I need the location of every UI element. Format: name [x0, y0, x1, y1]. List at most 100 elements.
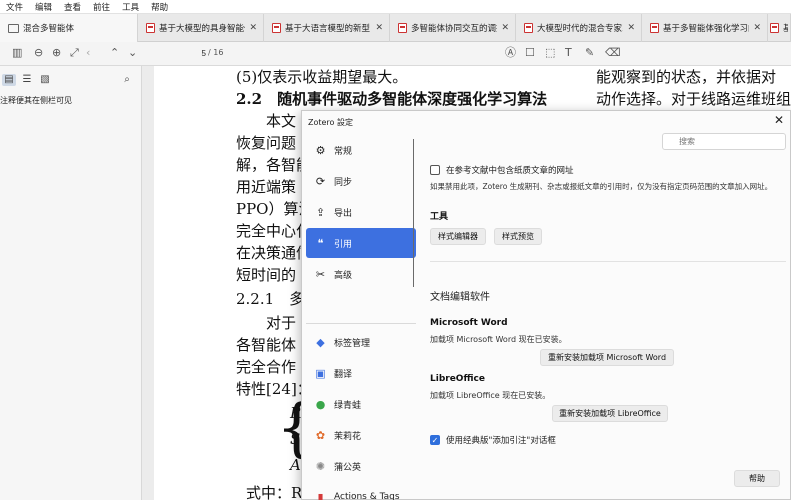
classic-dialog-label: 使用经典版"添加引注"对话框 — [446, 436, 556, 446]
nav-label: Actions & Tags — [334, 492, 400, 500]
tab-pdf[interactable]: 基于多智能体强化学习的 ✕ — [642, 14, 768, 42]
zotero-settings-dialog: Zotero 設定 ✕ ⚙ 常规 ⟳ 同步 ⇪ 导出 ❝ 引用 ✂ 高级 ◆ 标… — [301, 110, 791, 500]
eraser-icon[interactable]: ⌫ — [605, 46, 621, 60]
nav-item-advanced[interactable]: ✂ 高级 — [306, 259, 416, 289]
nav-item-general[interactable]: ⚙ 常规 — [306, 135, 416, 165]
nav-item-tag-manager[interactable]: ◆ 标签管理 — [306, 327, 416, 357]
zoom-out-icon[interactable]: ⊖ — [34, 46, 43, 60]
help-button[interactable]: 帮助 — [734, 470, 780, 487]
text-annotation-icon[interactable]: Ⓐ — [505, 46, 516, 60]
nav-item-jasmine[interactable]: ✿ 茉莉花 — [306, 420, 416, 450]
nav-item-cite[interactable]: ❝ 引用 — [306, 228, 416, 258]
classic-dialog-checkbox[interactable]: ✓ — [430, 435, 440, 445]
tab-pdf[interactable]: 基于大语言模型的新型电 ✕ — [264, 14, 390, 42]
ink-icon[interactable]: ✎ — [585, 46, 594, 60]
pdf-line: 解，各智能 — [236, 156, 312, 174]
tab-bar: 混合多智能体 基于大模型的具身智能任 ✕ 基于大语言模型的新型电 ✕ 多智能体协… — [0, 14, 791, 42]
close-icon[interactable]: ✕ — [375, 23, 383, 33]
reinstall-libreoffice-button[interactable]: 重新安装加载项 LibreOffice — [552, 405, 668, 422]
tools-heading: 工具 — [430, 212, 449, 222]
nav-item-actions-tags[interactable]: ▮ Actions & Tags — [306, 482, 416, 500]
include-urls-label: 在参考文献中包含纸质文章的网址 — [446, 166, 574, 176]
reader-toolbar: ▥ ⊖ ⊕ ⤢ ‹ ⌃ ⌄ / 16 Ⓐ ☐ ⬚ T ✎ ⌫ — [0, 42, 791, 66]
pdf-line: 用近端策 — [236, 178, 297, 196]
text-tool-icon[interactable]: T — [565, 46, 572, 60]
pdf-icon — [272, 23, 281, 33]
close-icon[interactable]: ✕ — [627, 23, 635, 33]
close-icon[interactable]: ✕ — [249, 23, 257, 33]
nav-label: 翻译 — [334, 369, 353, 380]
tab-label: 基于大模型的具身智能任 — [159, 24, 246, 34]
pdf-line: 式中：R — [246, 484, 303, 500]
tab-library[interactable]: 混合多智能体 — [0, 14, 138, 42]
pdf-icon — [524, 23, 533, 33]
nav-label: 绿青蛙 — [334, 400, 362, 411]
libreoffice-status: 加载项 LibreOffice 现在已安装。 — [430, 391, 551, 400]
tab-label: 基于大语言模型的新型电 — [285, 24, 372, 34]
note-annotation-icon[interactable]: ☐ — [525, 46, 535, 60]
nav-item-green-frog[interactable]: ● 绿青蛙 — [306, 389, 416, 419]
nav-divider — [306, 323, 416, 324]
zoom-in-icon[interactable]: ⊕ — [52, 46, 61, 60]
menu-view[interactable]: 查看 — [64, 1, 81, 13]
tag-icon: ◆ — [316, 335, 325, 349]
tab-pdf[interactable]: 基于大模型的具身智能任 ✕ — [138, 14, 264, 42]
pdf-line: 在决策通信 — [236, 244, 312, 262]
pdf-line: 各智能体 — [236, 336, 297, 354]
tab-pdf[interactable]: 多智能体协同交互的调控 ✕ — [390, 14, 516, 42]
pdf-icon — [146, 23, 155, 33]
menu-tools[interactable]: 工具 — [122, 1, 139, 13]
zoom-fit-icon[interactable]: ⤢ — [70, 46, 79, 60]
include-urls-description: 如果禁用此项，Zotero 生成期刊、杂志或报纸文章的引用时，仅为没有指定页码范… — [430, 182, 773, 191]
menu-go[interactable]: 前往 — [93, 1, 110, 13]
style-preview-button[interactable]: 样式预览 — [494, 228, 542, 245]
menu-edit[interactable]: 编辑 — [35, 1, 52, 13]
next-page-icon[interactable]: ⌄ — [128, 46, 137, 60]
area-select-icon[interactable]: ⬚ — [545, 46, 555, 60]
advanced-icon: ✂ — [315, 267, 326, 281]
reinstall-word-button[interactable]: 重新安装加载项 Microsoft Word — [540, 349, 674, 366]
pdf-heading: 2.2 随机事件驱动多智能体深度强化学习算法 — [236, 90, 548, 108]
include-urls-checkbox[interactable] — [430, 165, 440, 175]
search-icon[interactable]: ⌕ — [120, 74, 134, 86]
tab-pdf[interactable]: 大模型时代的混合专家系 ✕ — [516, 14, 642, 42]
translate-icon: ▣ — [315, 366, 326, 380]
pdf-icon — [650, 23, 659, 33]
pdf-line: 本文 — [266, 112, 297, 130]
word-status: 加载项 Microsoft Word 现在已安装。 — [430, 335, 567, 344]
close-icon[interactable]: ✕ — [772, 113, 786, 127]
settings-nav: ⚙ 常规 ⟳ 同步 ⇪ 导出 ❝ 引用 ✂ 高级 ◆ 标签管理 ▣ 翻译 ● 绿… — [306, 135, 416, 500]
tab-label: 多智能体协同交互的调控 — [411, 24, 498, 34]
pdf-icon — [398, 23, 407, 33]
menu-help[interactable]: 帮助 — [151, 1, 168, 13]
close-icon[interactable]: ✕ — [501, 23, 509, 33]
nav-item-translate[interactable]: ▣ 翻译 — [306, 358, 416, 388]
nav-scrollbar[interactable] — [413, 139, 414, 287]
nav-item-export[interactable]: ⇪ 导出 — [306, 197, 416, 227]
nav-label: 高级 — [334, 270, 353, 281]
sync-icon: ⟳ — [315, 174, 326, 188]
menu-file[interactable]: 文件 — [6, 1, 23, 13]
search-input[interactable] — [662, 133, 786, 150]
style-editor-button[interactable]: 样式编辑器 — [430, 228, 486, 245]
toggle-sidebar-icon[interactable]: ▥ — [12, 46, 22, 60]
outline-view-icon[interactable]: ☰ — [20, 74, 34, 86]
libreoffice-heading: LibreOffice — [430, 374, 485, 384]
actions-icon: ▮ — [317, 490, 324, 500]
tab-label: 基 — [783, 22, 788, 34]
annotations-view-icon[interactable]: ▤ — [2, 74, 16, 86]
nav-item-sync[interactable]: ⟳ 同步 — [306, 166, 416, 196]
nav-item-dandelion[interactable]: ✺ 蒲公英 — [306, 451, 416, 481]
pdf-line: 恢复问题 — [236, 134, 297, 152]
pdf-line: 动作选择。对于线路运维班组 — [596, 90, 791, 108]
pdf-line: 完全合作 — [236, 358, 297, 376]
nav-label: 导出 — [334, 208, 353, 219]
gear-icon: ⚙ — [315, 143, 326, 157]
page-number-input[interactable] — [186, 47, 206, 60]
close-icon[interactable]: ✕ — [753, 23, 761, 33]
back-icon[interactable]: ‹ — [86, 46, 90, 60]
previous-page-icon[interactable]: ⌃ — [110, 46, 119, 60]
tab-label: 混合多智能体 — [23, 24, 75, 34]
thumbnails-view-icon[interactable]: ▧ — [38, 74, 52, 86]
tab-pdf[interactable]: 基 — [768, 14, 791, 42]
